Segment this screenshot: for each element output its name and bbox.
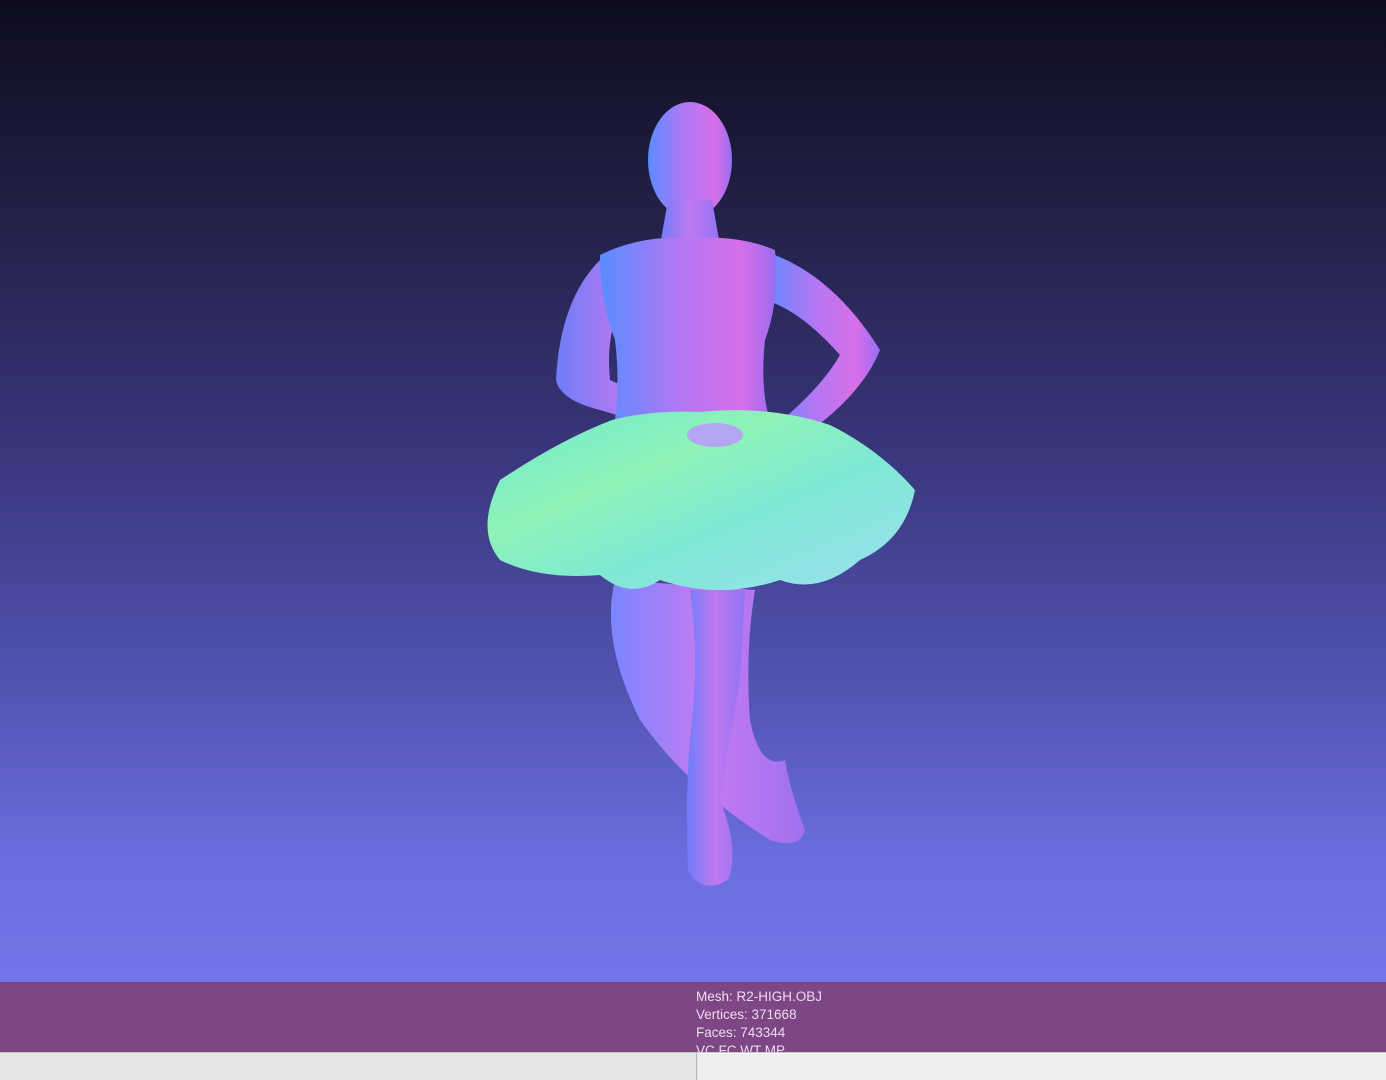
ballerina-mesh-render	[487, 102, 915, 886]
status-bar	[0, 1052, 1386, 1080]
vertices-count-label: Vertices: 371668	[696, 1007, 797, 1022]
torso	[600, 237, 777, 420]
mesh-flags-label: VC FC WT MP	[696, 1043, 785, 1052]
status-bar-left-section	[0, 1053, 697, 1080]
hands	[687, 423, 743, 447]
mesh-name-label: Mesh: R2-HIGH.OBJ	[696, 989, 823, 1004]
3d-viewport[interactable]	[0, 0, 1386, 982]
status-bar-right-section	[698, 1053, 1386, 1080]
mesh-info-panel: Mesh: R2-HIGH.OBJ Vertices: 371668 Faces…	[0, 982, 1386, 1052]
faces-count-label: Faces: 743344	[696, 1025, 786, 1040]
